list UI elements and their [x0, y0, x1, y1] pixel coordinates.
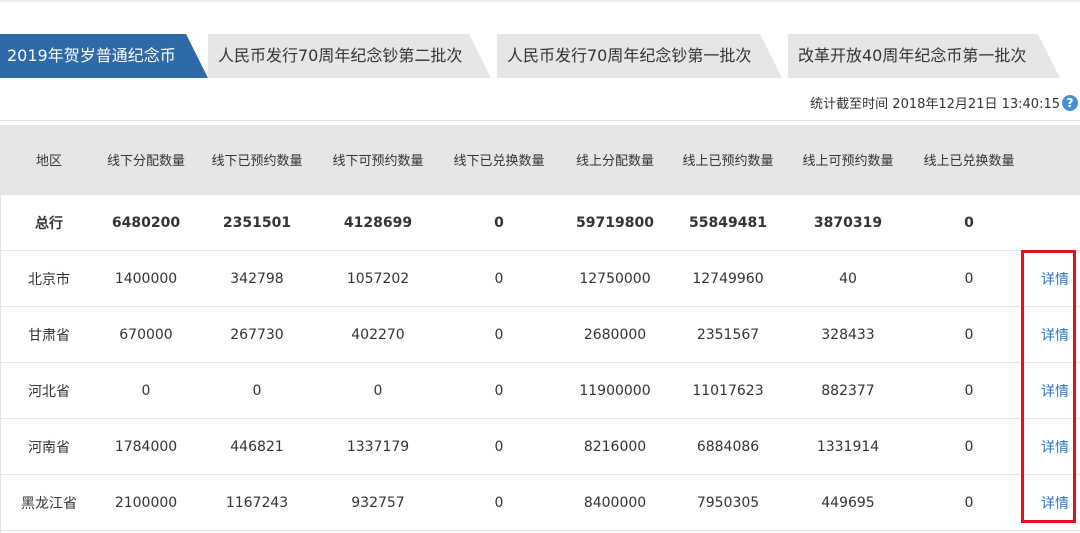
table-cell: 882377 — [821, 382, 875, 399]
table-cell: 3870319 — [813, 214, 883, 231]
table-cell: 6480200 — [111, 214, 181, 231]
table-cell: 2351567 — [696, 326, 760, 343]
table-cell: 11900000 — [579, 382, 651, 399]
tab-reform-40th-coin-batch-1[interactable]: 改革开放40周年纪念币第一批次 — [788, 34, 1060, 78]
table-row: 甘肃省 670000 267730 402270 0 2680000 23515… — [1, 307, 1080, 363]
table-cell: 55849481 — [689, 214, 767, 231]
table-cell: 0 — [494, 326, 504, 343]
table-cell: 4128699 — [343, 214, 413, 231]
table-cell: 2100000 — [114, 494, 178, 511]
table-cell: 0 — [964, 438, 974, 455]
table-cell: 267730 — [230, 326, 284, 343]
table-cell: 59719800 — [576, 214, 654, 231]
table-cell: 1784000 — [114, 438, 178, 455]
table-cell: 328433 — [821, 326, 875, 343]
table-cell: 0 — [252, 382, 262, 399]
table-header-row: 地区 线下分配数量 线下已预约数量 线下可预约数量 线下已兑换数量 线上分配数量… — [1, 125, 1080, 195]
table-cell: 0 — [964, 270, 974, 287]
tab-2019-new-year-coin[interactable]: 2019年贺岁普通纪念币 — [0, 34, 208, 78]
detail-cell: 详情 — [1029, 475, 1080, 530]
table-row: 黑龙江省 2100000 1167243 932757 0 8400000 79… — [1, 475, 1080, 531]
top-divider — [0, 0, 1080, 2]
table-cell: 6884086 — [696, 438, 760, 455]
table-cell: 8216000 — [583, 438, 647, 455]
region-cell: 河北省 — [28, 383, 70, 400]
table-cell: 12749960 — [692, 270, 764, 287]
table-cell: 12750000 — [579, 270, 651, 287]
table-cell: 0 — [964, 326, 974, 343]
table-cell: 11017623 — [692, 382, 764, 399]
detail-link[interactable]: 详情 — [1041, 381, 1069, 401]
region-cell: 黑龙江省 — [21, 495, 77, 512]
column-header: 线下可预约数量 — [332, 154, 424, 169]
table-cell: 1057202 — [346, 270, 410, 287]
detail-link[interactable]: 详情 — [1041, 269, 1069, 289]
table-cell: 1400000 — [114, 270, 178, 287]
table-cell: 0 — [494, 382, 504, 399]
table-cell: 40 — [839, 270, 857, 287]
column-header: 线上分配数量 — [575, 154, 654, 169]
table-cell: 0 — [494, 438, 504, 455]
table-cell: 7950305 — [696, 494, 760, 511]
column-header: 线下已兑换数量 — [453, 154, 545, 169]
detail-cell: 详情 — [1029, 251, 1080, 306]
table-cell: 0 — [964, 494, 974, 511]
table-cell: 0 — [964, 214, 974, 231]
table-row: 北京市 1400000 342798 1057202 0 12750000 12… — [1, 251, 1080, 307]
column-header: 地区 — [35, 154, 62, 169]
table-cell: 1331914 — [816, 438, 880, 455]
tab-70th-anniversary-notes-batch-2[interactable]: 人民币发行70周年纪念钞第二批次 — [208, 34, 491, 78]
region-cell: 北京市 — [28, 271, 70, 288]
table-row-total: 总行 6480200 2351501 4128699 0 59719800 55… — [1, 195, 1080, 251]
column-header: 线上可预约数量 — [802, 154, 894, 169]
table-cell: 670000 — [119, 326, 173, 343]
divider — [0, 120, 1080, 121]
column-header: 线上已预约数量 — [682, 154, 774, 169]
tab-bar: 2019年贺岁普通纪念币 人民币发行70周年纪念钞第二批次 人民币发行70周年纪… — [0, 34, 1080, 78]
detail-link[interactable]: 详情 — [1041, 437, 1069, 457]
table-cell: 342798 — [230, 270, 284, 287]
tab-70th-anniversary-notes-batch-1[interactable]: 人民币发行70周年纪念钞第一批次 — [497, 34, 782, 78]
table-cell: 0 — [964, 382, 974, 399]
table-cell: 0 — [141, 382, 151, 399]
column-header: 线下分配数量 — [106, 154, 185, 169]
region-cell: 河南省 — [28, 439, 70, 456]
table-cell: 1167243 — [225, 494, 289, 511]
table-cell: 0 — [494, 214, 504, 231]
detail-cell: 详情 — [1029, 363, 1080, 418]
table-cell: 932757 — [351, 494, 405, 511]
column-header: 线下已预约数量 — [211, 154, 303, 169]
table-cell: 0 — [373, 382, 383, 399]
detail-link[interactable]: 详情 — [1041, 493, 1069, 513]
detail-cell: 详情 — [1029, 307, 1080, 362]
detail-cell: 详情 — [1029, 419, 1080, 474]
table-cell: 0 — [494, 270, 504, 287]
column-header — [1029, 125, 1080, 194]
table-row: 河北省 0 0 0 0 11900000 11017623 882377 0 详… — [1, 363, 1080, 419]
table-cell — [1029, 195, 1080, 250]
stat-timestamp: 统计截至时间 2018年12月21日 13:40:15 — [810, 97, 1060, 112]
reservation-table: 地区 线下分配数量 线下已预约数量 线下可预约数量 线下已兑换数量 线上分配数量… — [0, 125, 1080, 533]
table-cell: 402270 — [351, 326, 405, 343]
region-cell: 甘肃省 — [28, 327, 70, 344]
region-cell: 总行 — [35, 215, 63, 232]
table-cell: 446821 — [230, 438, 284, 455]
table-cell: 449695 — [821, 494, 875, 511]
table-cell: 1337179 — [346, 438, 410, 455]
table-cell: 2680000 — [583, 326, 647, 343]
help-icon[interactable]: ? — [1062, 95, 1078, 111]
table-cell: 2351501 — [222, 214, 292, 231]
column-header: 线上已兑换数量 — [923, 154, 1015, 169]
table-cell: 0 — [494, 494, 504, 511]
table-cell: 8400000 — [583, 494, 647, 511]
table-row: 河南省 1784000 446821 1337179 0 8216000 688… — [1, 419, 1080, 475]
detail-link[interactable]: 详情 — [1041, 325, 1069, 345]
